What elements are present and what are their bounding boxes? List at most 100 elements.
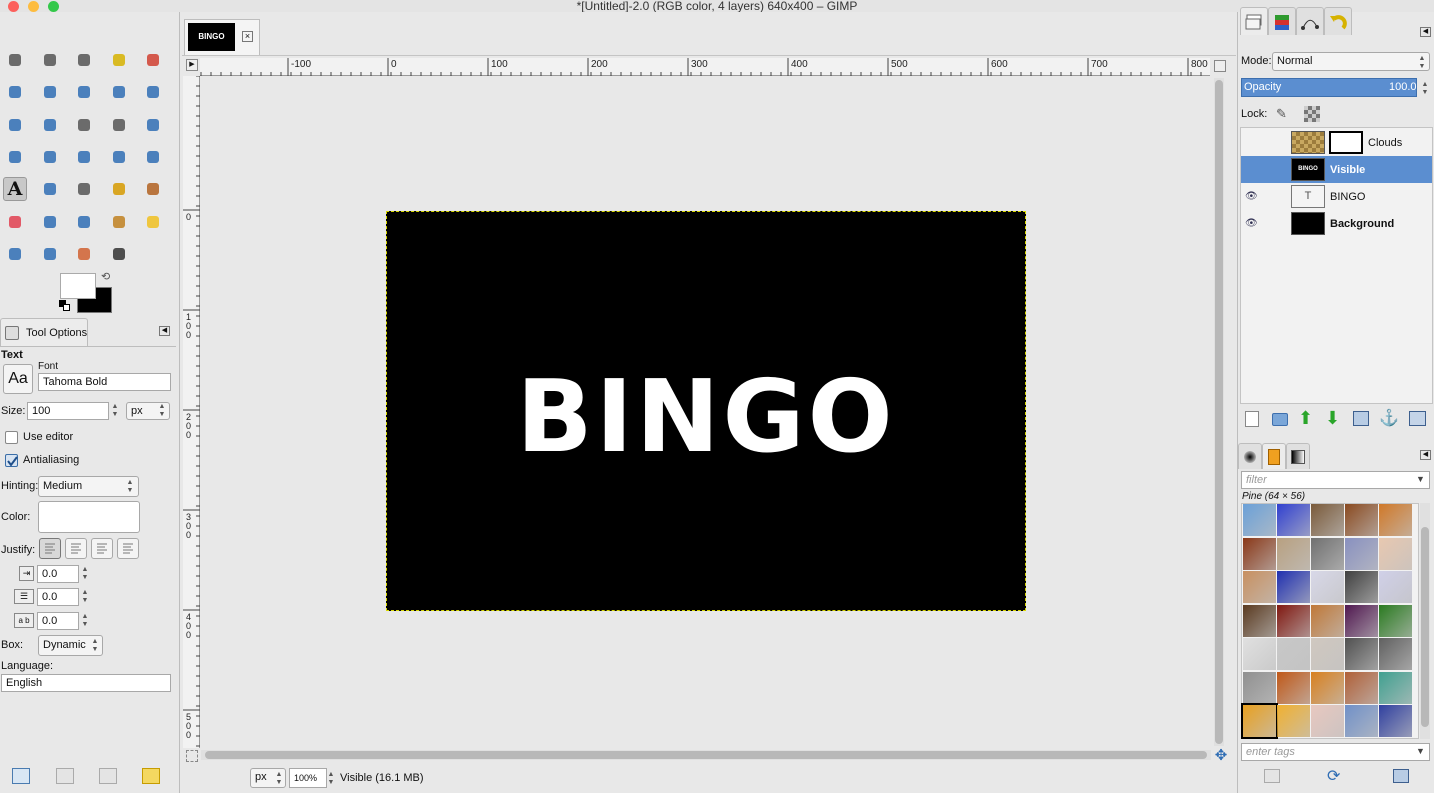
ellipse-select-icon[interactable] bbox=[38, 48, 62, 72]
pattern-swatch[interactable] bbox=[1311, 504, 1344, 536]
quick-mask-toggle-top-icon[interactable]: ▶ bbox=[186, 59, 198, 71]
zoom-field[interactable]: 100% bbox=[289, 768, 327, 788]
clone-icon[interactable] bbox=[107, 210, 131, 234]
pattern-swatch[interactable] bbox=[1345, 537, 1378, 570]
measure-icon[interactable] bbox=[3, 113, 27, 137]
pattern-swatch[interactable] bbox=[1345, 604, 1378, 637]
quick-mask-icon[interactable] bbox=[186, 750, 198, 762]
minimize-window-button[interactable] bbox=[28, 1, 39, 12]
vertical-ruler[interactable]: 0100200300400500 bbox=[183, 76, 200, 748]
mode-select[interactable]: Normal bbox=[1272, 52, 1430, 71]
language-field[interactable]: English bbox=[1, 674, 171, 692]
new-layer-group-icon[interactable] bbox=[1272, 413, 1288, 426]
size-field[interactable]: 100 bbox=[27, 402, 109, 420]
tab-channels[interactable] bbox=[1268, 7, 1296, 35]
pencil-icon[interactable] bbox=[107, 177, 131, 201]
justify-fill-button[interactable] bbox=[117, 538, 139, 559]
layer-name-visible[interactable]: Visible bbox=[1330, 164, 1365, 176]
blend-icon[interactable] bbox=[72, 177, 96, 201]
pattern-swatch[interactable] bbox=[1345, 705, 1378, 737]
pattern-filter-field[interactable]: filter bbox=[1241, 471, 1430, 489]
pattern-swatch[interactable] bbox=[1345, 638, 1378, 670]
move-icon[interactable] bbox=[38, 113, 62, 137]
pattern-swatch[interactable] bbox=[1379, 537, 1412, 570]
raise-layer-icon[interactable]: ⬆ bbox=[1298, 408, 1313, 428]
bucket-fill-icon[interactable] bbox=[38, 177, 62, 201]
opacity-spinner[interactable]: ▲ ▼ bbox=[1420, 81, 1430, 97]
pattern-swatch[interactable] bbox=[1311, 671, 1344, 704]
pattern-swatch[interactable] bbox=[1379, 638, 1412, 670]
antialiasing-checkbox[interactable] bbox=[5, 454, 18, 467]
refresh-patterns-icon[interactable]: ⟳ bbox=[1327, 766, 1340, 786]
lower-layer-icon[interactable]: ⬇ bbox=[1325, 408, 1340, 428]
save-tool-preset-icon[interactable] bbox=[12, 768, 30, 784]
zoom-icon[interactable] bbox=[141, 80, 165, 104]
perspective-icon[interactable] bbox=[72, 145, 96, 169]
patterns-dock-menu-icon[interactable]: ◀ bbox=[1420, 450, 1431, 460]
open-pattern-icon[interactable] bbox=[1393, 769, 1409, 783]
horizontal-scrollbar[interactable] bbox=[201, 750, 1211, 760]
perspective-clone-icon[interactable] bbox=[3, 242, 27, 266]
lock-alpha-icon[interactable] bbox=[1304, 106, 1320, 122]
pattern-swatch[interactable] bbox=[1277, 604, 1310, 637]
foreground-select-icon[interactable] bbox=[38, 80, 62, 104]
close-tab-icon[interactable]: × bbox=[242, 31, 253, 42]
tags-dropdown-icon[interactable]: ▼ bbox=[1416, 746, 1425, 756]
paths-tool-icon[interactable] bbox=[72, 80, 96, 104]
layer-row-visible[interactable]: BINGO Visible bbox=[1241, 156, 1432, 183]
pattern-swatch[interactable] bbox=[1311, 604, 1344, 637]
tab-brushes[interactable] bbox=[1238, 443, 1262, 469]
layer-name-background[interactable]: Background bbox=[1330, 218, 1394, 230]
filter-dropdown-icon[interactable]: ▼ bbox=[1416, 474, 1425, 484]
tab-tool-options[interactable]: Tool Options bbox=[0, 318, 88, 346]
layers-dock-menu-icon[interactable]: ◀ bbox=[1420, 27, 1431, 37]
anchor-layer-icon[interactable]: ⚓ bbox=[1379, 408, 1399, 428]
layer-name-bingo[interactable]: BINGO bbox=[1330, 191, 1365, 203]
pattern-swatch[interactable] bbox=[1241, 703, 1278, 739]
airbrush-icon[interactable] bbox=[38, 210, 62, 234]
vertical-scrollbar[interactable] bbox=[1214, 78, 1224, 746]
default-colors-icon[interactable] bbox=[59, 300, 71, 312]
cage-icon[interactable] bbox=[141, 145, 165, 169]
pattern-swatch[interactable] bbox=[1277, 638, 1310, 670]
justify-left-button[interactable] bbox=[39, 538, 61, 559]
pattern-swatch[interactable] bbox=[1243, 638, 1276, 670]
lock-pixels-icon[interactable]: ✎ bbox=[1276, 106, 1292, 122]
pattern-swatch[interactable] bbox=[1277, 671, 1310, 704]
pattern-swatch[interactable] bbox=[1379, 571, 1412, 603]
horizontal-scroll-thumb[interactable] bbox=[205, 751, 1207, 759]
pattern-swatch[interactable] bbox=[1345, 571, 1378, 603]
horizontal-ruler[interactable]: -100 0 100 200 300 400 500 600 700 800 bbox=[200, 58, 1210, 76]
restore-tool-preset-icon[interactable] bbox=[56, 768, 74, 784]
layer-row-clouds[interactable]: Clouds bbox=[1241, 129, 1432, 156]
fuzzy-select-icon[interactable] bbox=[107, 48, 131, 72]
text-color-button[interactable] bbox=[38, 501, 140, 533]
text-icon[interactable]: A bbox=[3, 177, 27, 202]
justify-center-button[interactable] bbox=[91, 538, 113, 559]
color-picker-icon[interactable] bbox=[107, 80, 131, 104]
image-canvas[interactable]: BINGO bbox=[386, 211, 1026, 611]
duplicate-layer-icon[interactable] bbox=[1353, 411, 1369, 426]
pattern-swatch[interactable] bbox=[1277, 571, 1310, 603]
crop-icon[interactable] bbox=[107, 113, 131, 137]
pattern-swatch[interactable] bbox=[1345, 671, 1378, 704]
pattern-swatch[interactable] bbox=[1379, 705, 1412, 737]
pattern-swatch[interactable] bbox=[1379, 604, 1412, 637]
layer-row-bingo[interactable]: 👁 T BINGO bbox=[1241, 183, 1432, 210]
foreground-color-swatch[interactable] bbox=[60, 273, 96, 299]
pattern-swatch[interactable] bbox=[1277, 504, 1310, 536]
reset-tool-options-icon[interactable] bbox=[142, 768, 160, 784]
indent-spinner[interactable]: ▲ ▼ bbox=[80, 566, 90, 582]
eye-icon[interactable]: 👁 bbox=[1245, 191, 1258, 202]
letter-spacing-field[interactable]: 0.0 bbox=[37, 612, 79, 630]
smudge-icon[interactable] bbox=[72, 242, 96, 266]
zoom-fit-icon[interactable] bbox=[1214, 60, 1226, 72]
delete-tool-preset-icon[interactable] bbox=[99, 768, 117, 784]
dodge-burn-icon[interactable] bbox=[107, 242, 131, 266]
pattern-swatch[interactable] bbox=[1277, 705, 1310, 737]
rotate-icon[interactable] bbox=[141, 113, 165, 137]
scale-icon[interactable] bbox=[3, 145, 27, 169]
layer-name-clouds[interactable]: Clouds bbox=[1368, 137, 1402, 149]
lasso-icon[interactable] bbox=[72, 48, 96, 72]
pattern-swatch[interactable] bbox=[1311, 537, 1344, 570]
